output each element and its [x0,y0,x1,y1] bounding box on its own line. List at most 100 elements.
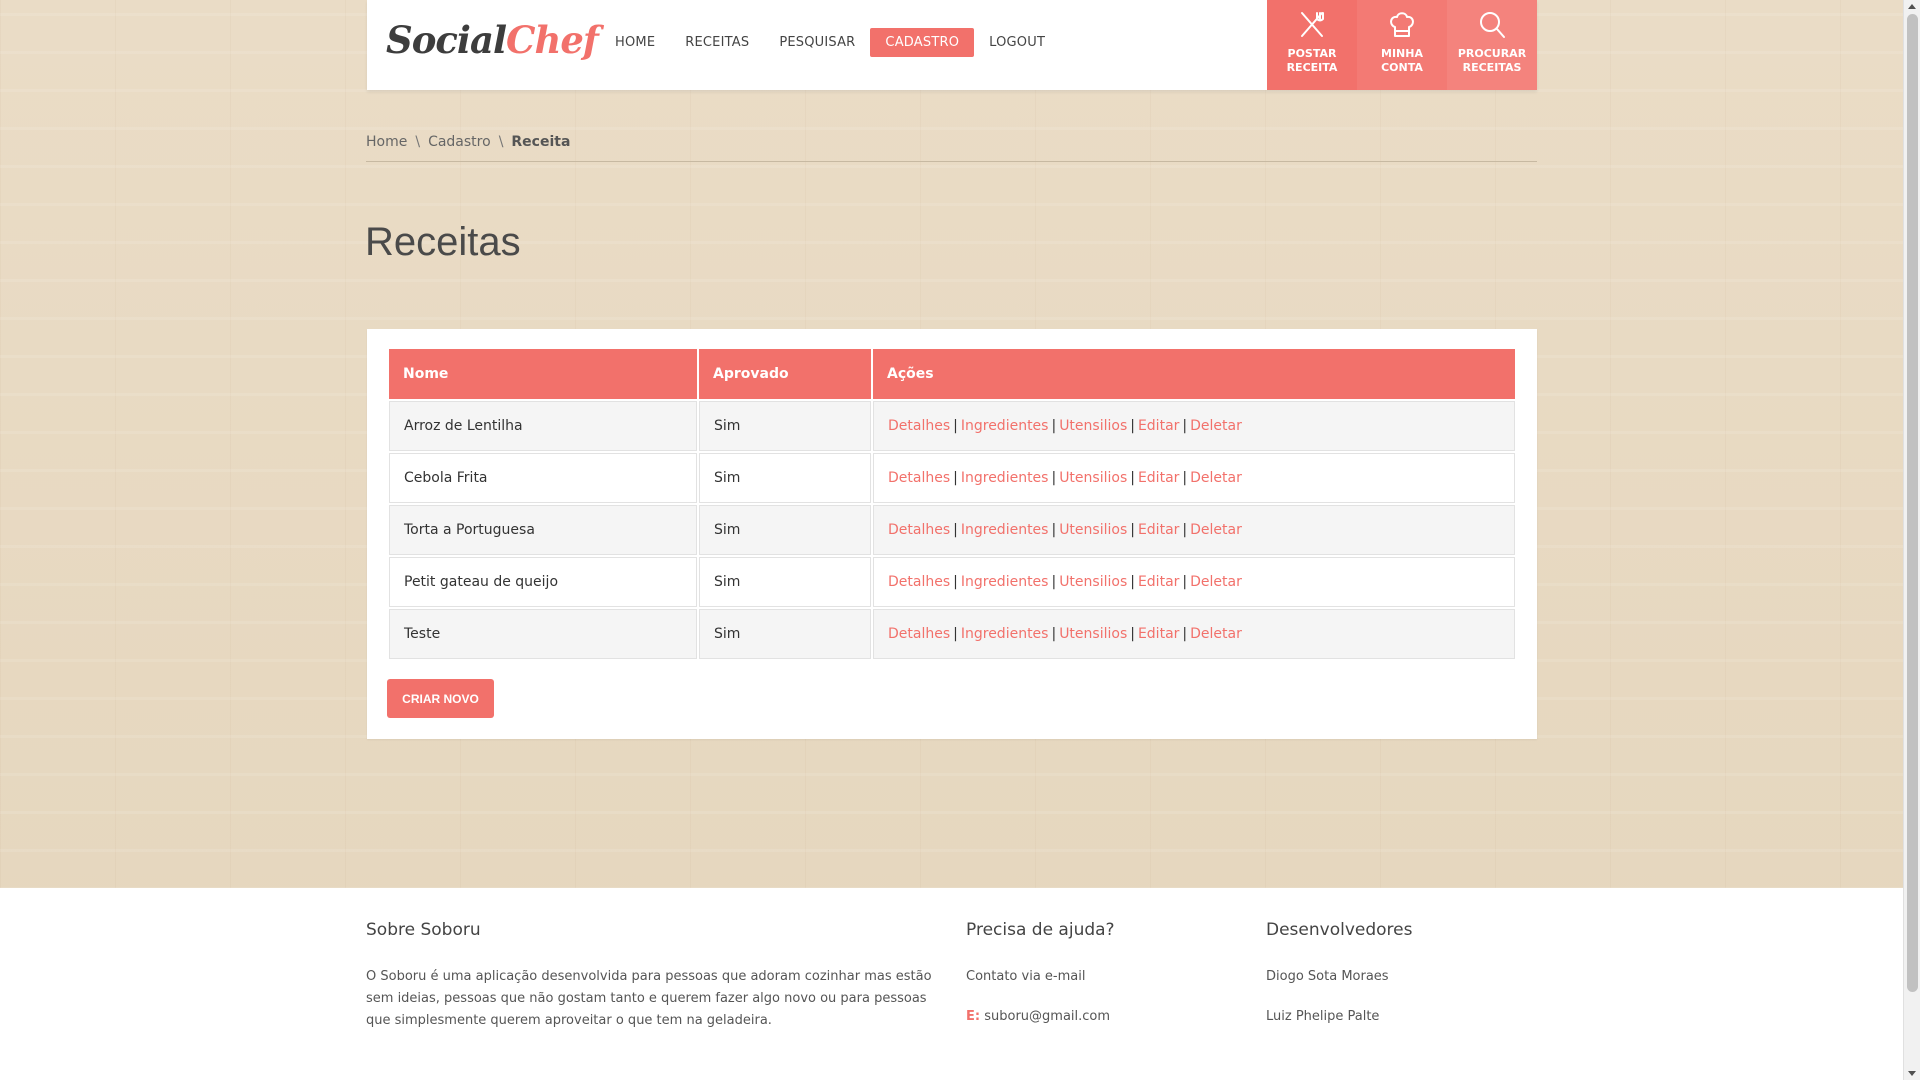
action-separator: | [1051,574,1057,590]
chef-hat-icon [1390,12,1414,37]
cell-nome: Cebola Frita [389,453,697,503]
action-deletar[interactable]: Deletar [1190,574,1242,590]
footer-about-text: O Soboru é uma aplicação desenvolvida pa… [366,969,932,1028]
action-ingredientes[interactable]: Ingredientes [961,626,1049,642]
action-editar[interactable]: Editar [1138,418,1179,434]
action-editar[interactable]: Editar [1138,522,1179,538]
action-ingredientes[interactable]: Ingredientes [961,522,1049,538]
tile-label-line2: RECEITA [1286,61,1338,74]
action-detalhes[interactable]: Detalhes [888,626,950,642]
action-editar[interactable]: Editar [1138,470,1179,486]
breadcrumb-home[interactable]: Home [366,134,407,150]
action-separator: | [1182,574,1188,590]
cell-aprovado: Sim [699,609,871,659]
logo[interactable]: SocialChef [386,18,599,62]
tile-label-line2: RECEITAS [1462,61,1522,74]
column-header-acoes: Ações [873,349,1515,399]
action-utensilios[interactable]: Utensilios [1059,574,1127,590]
footer-help: Precisa de ajuda? Contato via e-mail E: … [966,920,1226,1028]
logo-text-chef: Chef [506,18,599,62]
action-separator: | [1130,574,1135,590]
cell-acoes: Detalhes | Ingredientes | Utensilios | Editar |… [873,453,1515,503]
cell-acoes: Detalhes | Ingredientes | Utensilios | Editar |… [873,401,1515,451]
action-detalhes[interactable]: Detalhes [888,470,950,486]
footer-about-title: Sobre Soboru [366,920,481,940]
cell-acoes: Detalhes | Ingredientes | Utensilios | Editar |… [873,505,1515,555]
footer-dev-2: Luiz Phelipe Palte [1266,1009,1380,1024]
action-detalhes[interactable]: Detalhes [888,574,950,590]
page-title: Receitas [365,220,521,264]
footer-help-email-line: E: suboru@gmail.com [966,1006,1226,1028]
breadcrumb-separator: \ [415,134,421,150]
breadcrumb: Home \ Cadastro \ Receita [366,134,1537,162]
action-separator: | [1182,626,1188,642]
action-editar[interactable]: Editar [1138,574,1179,590]
action-separator: | [1182,418,1188,434]
cell-nome: Petit gateau de queijo [389,557,697,607]
action-ingredientes[interactable]: Ingredientes [961,574,1049,590]
breadcrumb-current: Receita [511,134,571,150]
action-separator: | [1051,470,1057,486]
action-separator: | [953,522,958,538]
cell-nome: Arroz de Lentilha [389,401,697,451]
action-separator: | [1051,522,1057,538]
tile-postar-receita[interactable]: POSTAR RECEITA [1267,0,1357,90]
scroll-up-arrow-icon[interactable] [1908,4,1916,9]
tile-procurar-receitas[interactable]: PROCURAR RECEITAS [1447,0,1537,90]
action-deletar[interactable]: Deletar [1190,522,1242,538]
footer-help-contact: Contato via e-mail [966,969,1086,984]
nav-pesquisar[interactable]: PESQUISAR [764,28,870,57]
cell-aprovado: Sim [699,557,871,607]
table-header-row: Nome Aprovado Ações [389,349,1515,399]
scroll-down-arrow-icon[interactable] [1908,1071,1916,1076]
action-utensilios[interactable]: Utensilios [1059,626,1127,642]
tile-minha-conta[interactable]: MINHA CONTA [1357,0,1447,90]
action-ingredientes[interactable]: Ingredientes [961,470,1049,486]
action-separator: | [1130,470,1135,486]
action-separator: | [953,574,958,590]
cell-aprovado: Sim [699,505,871,555]
nav-receitas[interactable]: RECEITAS [670,28,764,57]
scrollbar-thumb[interactable] [1907,14,1918,992]
recipes-panel: Nome Aprovado Ações Arroz de Lentilha Si… [367,329,1537,739]
breadcrumb-cadastro[interactable]: Cadastro [428,134,491,150]
cell-aprovado: Sim [699,453,871,503]
action-separator: | [1051,418,1057,434]
footer-email[interactable]: suboru@gmail.com [984,1009,1110,1024]
logo-text-social: Social [386,18,507,62]
tile-label-line1: POSTAR [1287,47,1337,60]
footer-about: Sobre Soboru O Soboru é uma aplicação de… [366,920,936,1032]
footer-help-title: Precisa de ajuda? [966,920,1115,940]
action-detalhes[interactable]: Detalhes [888,418,950,434]
action-separator: | [1130,418,1135,434]
footer-email-label: E: [966,1009,981,1024]
action-utensilios[interactable]: Utensilios [1059,522,1127,538]
action-utensilios[interactable]: Utensilios [1059,470,1127,486]
cell-acoes: Detalhes | Ingredientes | Utensilios | Editar |… [873,609,1515,659]
cell-acoes: Detalhes | Ingredientes | Utensilios | Editar |… [873,557,1515,607]
main-nav: HOME RECEITAS PESQUISAR CADASTRO LOGOUT [600,28,1060,57]
search-icon [1480,12,1505,38]
column-header-aprovado: Aprovado [699,349,871,399]
footer-dev-1: Diogo Sota Moraes [1266,969,1389,984]
action-utensilios[interactable]: Utensilios [1059,418,1127,434]
action-deletar[interactable]: Deletar [1190,626,1242,642]
nav-logout[interactable]: LOGOUT [974,28,1060,57]
action-detalhes[interactable]: Detalhes [888,522,950,538]
cell-nome: Torta a Portuguesa [389,505,697,555]
action-ingredientes[interactable]: Ingredientes [961,418,1049,434]
page-scrollbar[interactable] [1903,0,1920,1080]
action-deletar[interactable]: Deletar [1190,418,1242,434]
table-row: Cebola Frita Sim Detalhes | Ingredientes | U… [389,453,1515,503]
create-new-button[interactable]: CRIAR NOVO [387,679,494,718]
cell-aprovado: Sim [699,401,871,451]
nav-home[interactable]: HOME [600,28,670,57]
action-separator: | [953,418,958,434]
nav-cadastro[interactable]: CADASTRO [870,28,975,57]
tile-label-line1: MINHA [1381,47,1423,60]
site-header: SocialChef HOME RECEITAS PESQUISAR CADAS… [367,0,1537,90]
action-editar[interactable]: Editar [1138,626,1179,642]
breadcrumb-separator: \ [498,134,504,150]
action-deletar[interactable]: Deletar [1190,470,1242,486]
recipes-table: Nome Aprovado Ações Arroz de Lentilha Si… [387,347,1517,661]
